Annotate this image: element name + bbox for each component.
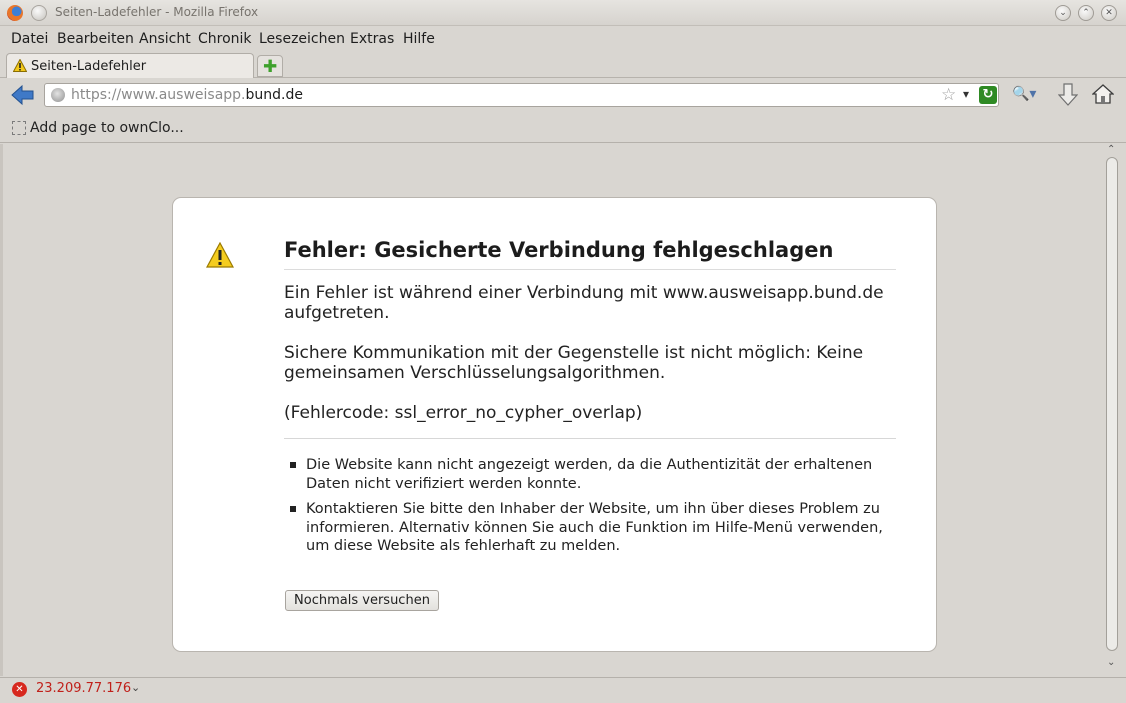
new-tab-button[interactable]: ✚	[257, 55, 283, 77]
bookmarks-toolbar: Add page to ownClo...	[0, 113, 1126, 143]
navigation-bar: https://www.ausweisapp.bund.de ☆ ▾ ↻ 🔍▾	[0, 79, 1126, 112]
scroll-up-icon[interactable]: ⌃	[1107, 144, 1115, 155]
firefox-logo-icon	[7, 5, 23, 21]
globe-icon	[51, 88, 65, 102]
tab-label: Seiten-Ladefehler	[31, 59, 147, 74]
bookmark-add-owncloud[interactable]: Add page to ownClo...	[30, 120, 184, 136]
menu-lesezeichen[interactable]: Lesezeichen	[259, 31, 345, 47]
error-icon: ✕	[12, 682, 27, 697]
search-icon[interactable]: 🔍▾	[1012, 86, 1036, 102]
error-title: Fehler: Gesicherte Verbindung fehlgeschl…	[284, 238, 896, 270]
plus-icon: ✚	[263, 57, 278, 77]
status-ip-address[interactable]: 23.209.77.176	[36, 681, 131, 696]
tab-strip: Seiten-Ladefehler ✚	[0, 51, 1126, 78]
error-box: Fehler: Gesicherte Verbindung fehlgeschl…	[172, 197, 937, 652]
vertical-scrollbar[interactable]: ⌃ ⌄	[1104, 144, 1120, 676]
back-arrow-icon[interactable]	[10, 83, 36, 107]
status-bar: ✕ 23.209.77.176 ⌄	[0, 677, 1126, 703]
error-hints-list: Die Website kann nicht angezeigt werden,…	[284, 456, 896, 563]
close-button[interactable]: ✕	[1101, 5, 1117, 21]
menu-bearbeiten[interactable]: Bearbeiten	[57, 31, 134, 47]
scrollbar-thumb[interactable]	[1106, 157, 1118, 651]
divider	[284, 438, 896, 439]
home-icon[interactable]	[1092, 83, 1114, 105]
title-bar: Seiten-Ladefehler - Mozilla Firefox ⌄ ⌃ …	[0, 0, 1126, 26]
menu-ansicht[interactable]: Ansicht	[139, 31, 191, 47]
maximize-button[interactable]: ⌃	[1078, 5, 1094, 21]
error-code: (Fehlercode: ssl_error_no_cypher_overlap…	[284, 403, 643, 423]
window-menu-button[interactable]	[31, 5, 47, 21]
window-title: Seiten-Ladefehler - Mozilla Firefox	[55, 5, 259, 19]
error-description: Ein Fehler ist während einer Verbindung …	[284, 283, 884, 323]
bookmark-page-icon	[12, 121, 26, 135]
bullet-icon	[290, 462, 296, 468]
retry-button[interactable]: Nochmals versuchen	[285, 590, 439, 611]
url-text[interactable]: https://www.ausweisapp.bund.de	[71, 87, 303, 103]
menu-extras[interactable]: Extras	[350, 31, 394, 47]
minimize-button[interactable]: ⌄	[1055, 5, 1071, 21]
list-item: Die Website kann nicht angezeigt werden,…	[284, 456, 896, 493]
download-icon[interactable]	[1058, 83, 1078, 107]
tab-seiten-ladefehler[interactable]: Seiten-Ladefehler	[6, 53, 254, 78]
menu-bar: Datei Bearbeiten Ansicht Chronik Lesezei…	[0, 27, 1126, 51]
reload-icon[interactable]: ↻	[979, 86, 997, 104]
warning-icon	[13, 59, 27, 72]
chevron-down-icon[interactable]: ⌄	[131, 681, 140, 694]
url-bar[interactable]: https://www.ausweisapp.bund.de ☆ ▾ ↻	[44, 83, 999, 107]
menu-hilfe[interactable]: Hilfe	[403, 31, 435, 47]
error-detail: Sichere Kommunikation mit der Gegenstell…	[284, 343, 864, 383]
menu-datei[interactable]: Datei	[11, 31, 48, 47]
history-dropdown-icon[interactable]: ▾	[963, 87, 969, 101]
warning-icon	[206, 242, 234, 268]
list-item: Kontaktieren Sie bitte den Inhaber der W…	[284, 500, 896, 556]
bullet-icon	[290, 506, 296, 512]
scroll-down-icon[interactable]: ⌄	[1107, 657, 1115, 668]
bookmark-star-icon[interactable]: ☆	[941, 85, 956, 105]
menu-chronik[interactable]: Chronik	[198, 31, 252, 47]
